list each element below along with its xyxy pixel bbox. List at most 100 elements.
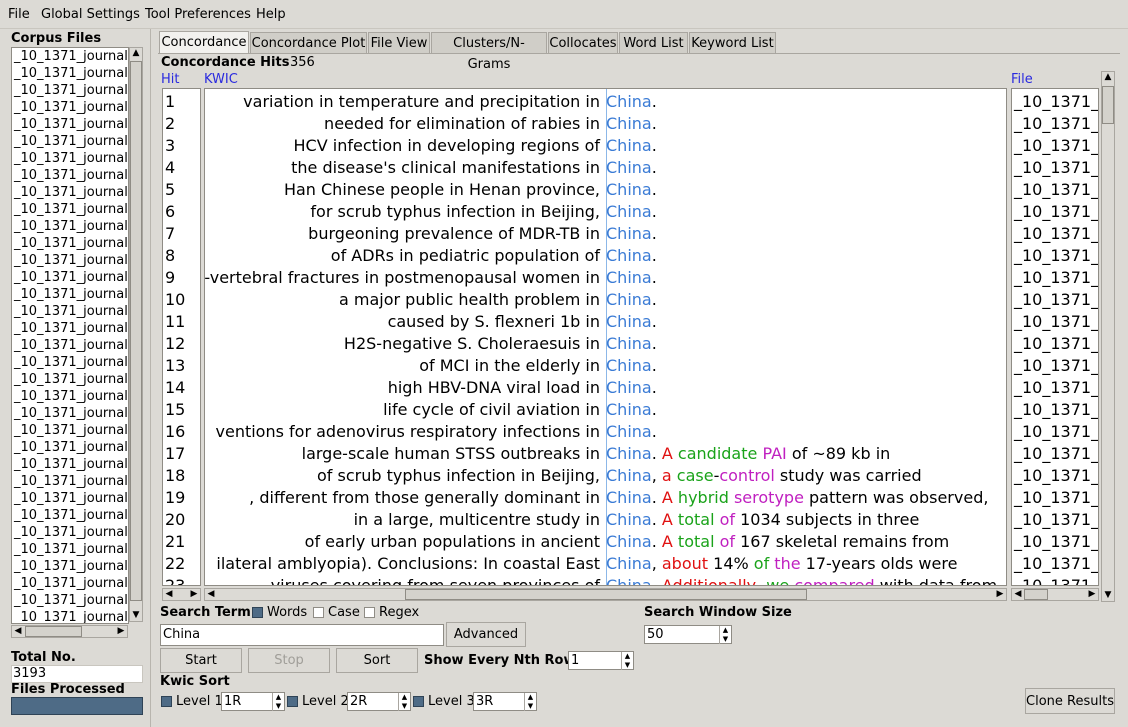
menu-help[interactable]: Help (256, 7, 286, 22)
kwic-right-context[interactable]: China. (606, 311, 657, 333)
level1-input[interactable]: 1R ▲ ▼ (221, 692, 285, 711)
scroll-up-icon[interactable]: ▲ (130, 48, 142, 59)
file-name-cell[interactable]: _10_1371_ (1014, 333, 1098, 355)
hit-column[interactable]: 1 2 3 4 5 6 7 8 9 10 11 12 13 14 15 16 17 18 19 20 21 22 23 (162, 88, 201, 586)
hit-number[interactable]: 15 (165, 399, 185, 421)
tab-file-view[interactable]: File View (368, 32, 430, 53)
corpus-file-item[interactable]: _10_1371_journal (12, 371, 128, 388)
scroll-thumb[interactable] (1102, 86, 1114, 124)
menu-file[interactable]: File (8, 7, 30, 22)
tab-concordance[interactable]: Concordance (159, 31, 249, 54)
corpus-file-item[interactable]: _10_1371_journal (12, 439, 128, 456)
scroll-up-icon[interactable]: ▲ (1102, 72, 1114, 83)
hit-number[interactable]: 21 (165, 531, 185, 553)
kwic-right-context[interactable]: China. (606, 91, 657, 113)
kwic-right-context[interactable]: China. (606, 421, 657, 443)
corpus-file-item[interactable]: _10_1371_journal (12, 405, 128, 422)
scroll-thumb[interactable] (25, 626, 82, 637)
file-name-cell[interactable]: _10_1371_ (1014, 465, 1098, 487)
corpus-file-item[interactable]: _10_1371_journal (12, 150, 128, 167)
file-name-cell[interactable]: _10_1371_ (1014, 267, 1098, 289)
file-name-cell[interactable]: _10_1371_ (1014, 135, 1098, 157)
kwic-right-context[interactable]: China. (606, 201, 657, 223)
spin-up-icon[interactable]: ▲ (272, 693, 284, 702)
hit-number[interactable]: 17 (165, 443, 185, 465)
scroll-left-icon[interactable]: ◀ (1012, 589, 1024, 600)
kwic-left-context[interactable]: , different from those generally dominan… (249, 487, 600, 509)
hit-number[interactable]: 12 (165, 333, 185, 355)
kwic-left-context[interactable]: high HBV-DNA viral load in (388, 377, 600, 399)
corpus-file-item[interactable]: _10_1371_journal (12, 490, 128, 507)
corpus-horizontal-scrollbar[interactable]: ◀ ▶ (11, 625, 128, 638)
menu-tool-preferences[interactable]: Tool Preferences (145, 7, 251, 22)
tab-word-list[interactable]: Word List (619, 32, 688, 53)
hit-number[interactable]: 19 (165, 487, 185, 509)
nth-row-input[interactable]: 1 ▲ ▼ (568, 651, 634, 670)
hit-number[interactable]: 10 (165, 289, 185, 311)
hit-number[interactable]: 20 (165, 509, 185, 531)
kwic-right-context[interactable]: China, about 14% of the 17-years olds we… (606, 553, 957, 575)
kwic-column[interactable]: variation in temperature and precipitati… (204, 88, 1007, 586)
corpus-file-item[interactable]: _10_1371_journal (12, 48, 128, 65)
scroll-thumb[interactable] (130, 61, 142, 601)
kwic-left-context[interactable]: ilateral amblyopia). Conclusions: In coa… (216, 553, 600, 575)
scroll-down-icon[interactable]: ▼ (1102, 590, 1114, 601)
file-name-cell[interactable]: _10_1371_ (1014, 179, 1098, 201)
search-term-input[interactable]: China (160, 624, 444, 646)
kwic-left-context[interactable]: in a large, multicentre study in (354, 509, 600, 531)
kwic-left-context[interactable]: needed for elimination of rabies in (324, 113, 600, 135)
corpus-file-item[interactable]: _10_1371_journal (12, 133, 128, 150)
hit-number[interactable]: 16 (165, 421, 185, 443)
scroll-right-icon[interactable]: ▶ (115, 626, 127, 637)
corpus-file-item[interactable]: _10_1371_journal (12, 337, 128, 354)
kwic-left-context[interactable]: -vertebral fractures in postmenopausal w… (205, 267, 600, 289)
scroll-right-icon[interactable]: ▶ (1086, 589, 1098, 600)
kwic-right-context[interactable]: China, a case-control study was carried (606, 465, 922, 487)
kwic-right-context[interactable]: China. (606, 267, 657, 289)
kwic-right-context[interactable]: China. (606, 223, 657, 245)
kwic-left-context[interactable]: for scrub typhus infection in Beijing, (310, 201, 600, 223)
spin-up-icon[interactable]: ▲ (621, 652, 633, 661)
scroll-left-icon[interactable]: ◀ (163, 589, 175, 600)
kwic-left-context[interactable]: life cycle of civil aviation in (383, 399, 600, 421)
corpus-file-item[interactable]: _10_1371_journal (12, 507, 128, 524)
file-name-cell[interactable]: _10_1371_ (1014, 443, 1098, 465)
file-name-cell[interactable]: _10_1371_ (1014, 575, 1098, 585)
kwic-left-context[interactable]: caused by S. flexneri 1b in (388, 311, 600, 333)
kwic-right-context[interactable]: China. A hybrid serotype pattern was obs… (606, 487, 988, 509)
kwic-right-context[interactable]: China. A total of 167 skeletal remains f… (606, 531, 949, 553)
file-column[interactable]: _10_1371_ _10_1371_ _10_1371_ _10_1371_ _10_… (1011, 88, 1099, 586)
corpus-file-item[interactable]: _10_1371_journal (12, 541, 128, 558)
kwic-right-context[interactable]: China. Additionally, we compared with da… (606, 575, 997, 585)
hit-number[interactable]: 14 (165, 377, 185, 399)
level3-input[interactable]: 3R ▲ ▼ (473, 692, 537, 711)
kwic-left-context[interactable]: of scrub typhus infection in Beijing, (317, 465, 600, 487)
kwic-left-context[interactable]: a major public health problem in (339, 289, 600, 311)
file-name-cell[interactable]: _10_1371_ (1014, 113, 1098, 135)
corpus-file-item[interactable]: _10_1371_journal (12, 473, 128, 490)
tab-collocates[interactable]: Collocates (548, 32, 618, 53)
kwic-left-context[interactable]: of early urban populations in ancient (305, 531, 600, 553)
kwic-right-context[interactable]: China. A total of 1034 subjects in three (606, 509, 919, 531)
concordance-vertical-scrollbar[interactable]: ▲ ▼ (1101, 71, 1115, 602)
column-header-kwic[interactable]: KWIC (204, 72, 238, 87)
hit-hscrollbar[interactable]: ◀ ▶ (162, 588, 201, 601)
kwic-right-context[interactable]: China. (606, 135, 657, 157)
tab-clusters-ngrams[interactable]: Clusters/N-Grams (431, 32, 547, 72)
corpus-vertical-scrollbar[interactable]: ▲ ▼ (129, 47, 143, 622)
hit-number[interactable]: 7 (165, 223, 175, 245)
level1-checkbox[interactable] (161, 696, 172, 707)
kwic-left-context[interactable]: large-scale human STSS outbreaks in (302, 443, 600, 465)
corpus-file-item[interactable]: _10_1371_journal (12, 456, 128, 473)
panel-divider[interactable] (150, 29, 151, 727)
corpus-file-item[interactable]: _10_1371_journal (12, 218, 128, 235)
kwic-hscrollbar[interactable]: ◀ ▶ (204, 588, 1007, 601)
kwic-left-context[interactable]: of ADRs in pediatric population of (331, 245, 600, 267)
kwic-left-context[interactable]: burgeoning prevalence of MDR-TB in (308, 223, 600, 245)
corpus-file-list[interactable]: _10_1371_journal _10_1371_journal _10_1371… (11, 47, 129, 624)
column-header-file[interactable]: File (1011, 72, 1033, 87)
file-name-cell[interactable]: _10_1371_ (1014, 245, 1098, 267)
corpus-file-item[interactable]: _10_1371_journal (12, 575, 128, 592)
search-window-size-input[interactable]: 50 ▲ ▼ (644, 625, 732, 644)
scroll-down-icon[interactable]: ▼ (130, 610, 142, 621)
